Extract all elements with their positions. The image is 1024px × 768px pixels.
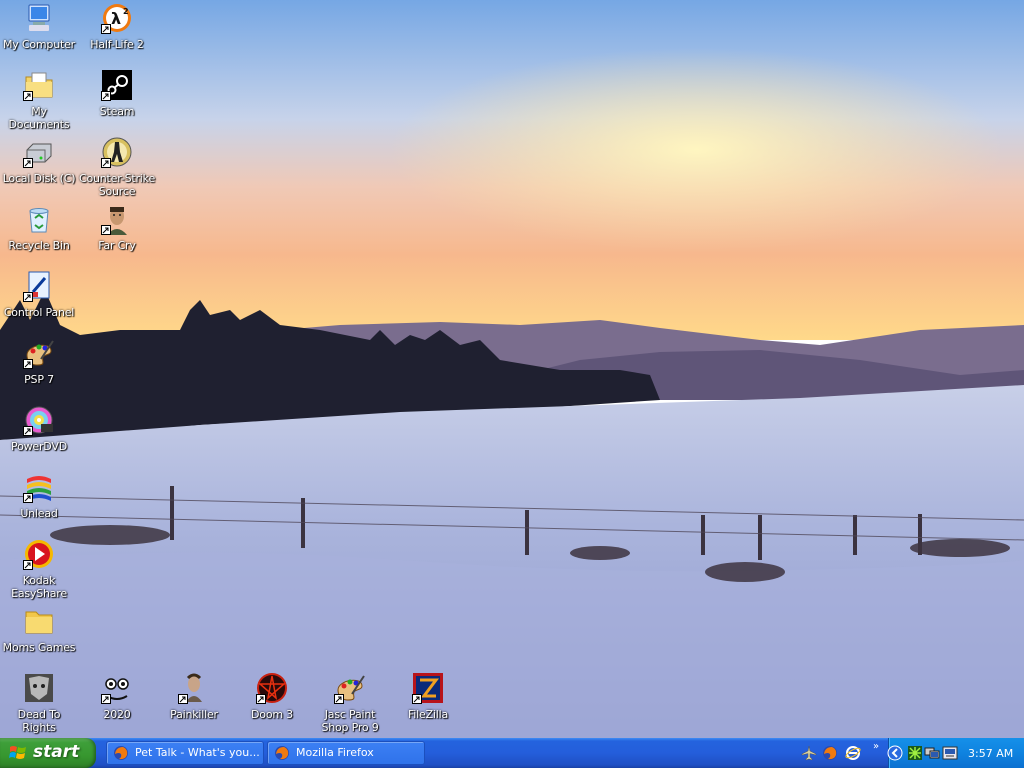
desktop-icon-label: Doom 3 <box>251 708 293 721</box>
shortcut-arrow-icon <box>23 91 33 101</box>
my-documents-icon <box>23 69 55 101</box>
start-label: start <box>33 742 80 762</box>
taskbar-button-label: Pet Talk - What's you... <box>135 746 260 759</box>
shortcut-arrow-icon <box>101 225 111 235</box>
filezilla-icon <box>412 672 444 704</box>
airplane-icon[interactable] <box>801 745 817 761</box>
desktop-icon-doom-3[interactable]: Doom 3 <box>233 672 311 721</box>
taskbar-button-mozilla-firefox[interactable]: Mozilla Firefox <box>267 741 425 765</box>
shortcut-arrow-icon <box>334 694 344 704</box>
svg-text:λ: λ <box>111 9 121 28</box>
my-computer-icon <box>23 2 55 34</box>
desktop-icon-label: My Documents <box>8 105 70 131</box>
shortcut-arrow-icon <box>23 158 33 168</box>
taskbar-button-label: Mozilla Firefox <box>296 746 374 759</box>
desktop-icon-label: Steam <box>99 105 135 118</box>
firefox-icon <box>275 746 289 760</box>
desktop-icon-half-life-2[interactable]: λ2 Half-Life 2 <box>78 2 156 51</box>
half-life-2-icon: λ2 <box>101 2 133 34</box>
shortcut-arrow-icon <box>23 292 33 302</box>
ie-icon[interactable] <box>845 745 861 761</box>
quick-launch-expand-icon[interactable]: » <box>873 741 879 752</box>
desktop-icon-psp-7[interactable]: PSP 7 <box>0 337 78 386</box>
desktop-icon-my-documents[interactable]: My Documents <box>0 69 78 131</box>
system-clock[interactable]: 3:57 AM <box>968 747 1013 760</box>
start-button[interactable]: start <box>0 738 96 768</box>
recycle-bin-icon <box>23 203 55 235</box>
desktop-icon-steam[interactable]: Steam <box>78 69 156 118</box>
dvd-disc-icon <box>23 404 55 436</box>
desktop-icon-label: My Computer <box>3 38 75 51</box>
shortcut-arrow-icon <box>23 359 33 369</box>
shortcut-arrow-icon <box>101 158 111 168</box>
desktop-icon-recycle-bin[interactable]: Recycle Bin <box>0 203 78 252</box>
desktop-icon-label: PSP 7 <box>24 373 54 386</box>
shortcut-arrow-icon <box>178 694 188 704</box>
desktop-icon-label: Jasc Paint Shop Pro 9 <box>321 708 379 734</box>
steam-icon <box>101 69 133 101</box>
tray-expand-icon[interactable] <box>887 745 903 761</box>
shortcut-arrow-icon <box>256 694 266 704</box>
shortcut-arrow-icon <box>23 560 33 570</box>
painkiller-icon <box>178 672 210 704</box>
desktop-icon-control-panel[interactable]: Control Panel <box>0 270 78 319</box>
desktop-icon-label: FileZilla <box>407 708 449 721</box>
control-panel-icon <box>23 270 55 302</box>
local-disk-icon <box>23 136 55 168</box>
desktop-icon-dead-to-rights[interactable]: Dead To Rights <box>0 672 78 734</box>
desktop-icon-counter-strike-source[interactable]: Counter-Strike Source <box>78 136 156 198</box>
desktop-icon-far-cry[interactable]: Far Cry <box>78 203 156 252</box>
ulead-icon <box>23 471 55 503</box>
safely-remove-icon[interactable] <box>942 745 958 761</box>
shortcut-arrow-icon <box>101 24 111 34</box>
desktop-icon-unlead[interactable]: Unlead <box>0 471 78 520</box>
paint-palette-icon <box>334 672 366 704</box>
desktop-icon-label: Control Panel <box>3 306 75 319</box>
desktop-icon-moms-games[interactable]: Moms Games <box>0 605 78 654</box>
desktop-icon-jasc-paint-shop-pro-9[interactable]: Jasc Paint Shop Pro 9 <box>311 672 389 734</box>
display-icon[interactable] <box>924 745 940 761</box>
desktop-icon-label: Far Cry <box>98 239 136 252</box>
shortcut-arrow-icon <box>23 493 33 503</box>
folder-icon <box>23 605 55 637</box>
desktop-icon-powerdvd[interactable]: PowerDVD <box>0 404 78 453</box>
shortcut-arrow-icon <box>101 91 111 101</box>
desktop-icon-label: PowerDVD <box>11 440 67 453</box>
svg-text:2: 2 <box>123 7 129 16</box>
doom-3-icon <box>256 672 288 704</box>
desktop-icon-local-disk[interactable]: Local Disk (C) <box>0 136 78 185</box>
desktop-icon-label: Half-Life 2 <box>90 38 144 51</box>
taskbar-button-pet-talk[interactable]: Pet Talk - What's you... <box>106 741 264 765</box>
network-icon[interactable] <box>907 745 923 761</box>
desktop-icon-painkiller[interactable]: Painkiller <box>155 672 233 721</box>
windows-logo-icon <box>9 746 26 759</box>
desktop-icon-label: Counter-Strike Source <box>78 172 156 198</box>
dead-to-rights-icon <box>23 672 55 704</box>
2020-app-icon <box>101 672 133 704</box>
kodak-easyshare-icon <box>23 538 55 570</box>
desktop-icon-label: Unlead <box>20 507 58 520</box>
desktop-icon-my-computer[interactable]: My Computer <box>0 2 78 51</box>
shortcut-arrow-icon <box>101 694 111 704</box>
desktop-icon-label: 2020 <box>103 708 131 721</box>
desktop-icon-label: Dead To Rights <box>17 708 61 734</box>
far-cry-icon <box>101 203 133 235</box>
counter-strike-icon <box>101 136 133 168</box>
desktop-icon-2020[interactable]: 2020 <box>78 672 156 721</box>
desktop-icon-label: Recycle Bin <box>8 239 70 252</box>
desktop-icon-kodak-easyshare[interactable]: Kodak EasyShare <box>0 538 78 600</box>
firefox-icon[interactable] <box>822 745 838 761</box>
desktop-icon-label: Kodak EasyShare <box>11 574 67 600</box>
shortcut-arrow-icon <box>412 694 422 704</box>
firefox-icon <box>114 746 128 760</box>
paint-palette-icon <box>23 337 55 369</box>
desktop-icon-filezilla[interactable]: FileZilla <box>389 672 467 721</box>
desktop-icon-label: Local Disk (C) <box>2 172 76 185</box>
shortcut-arrow-icon <box>23 426 33 436</box>
desktop-icon-label: Painkiller <box>170 708 218 721</box>
taskbar: start Pet Talk - What's you... Mozilla F… <box>0 738 1024 768</box>
desktop-icon-label: Moms Games <box>2 641 76 654</box>
